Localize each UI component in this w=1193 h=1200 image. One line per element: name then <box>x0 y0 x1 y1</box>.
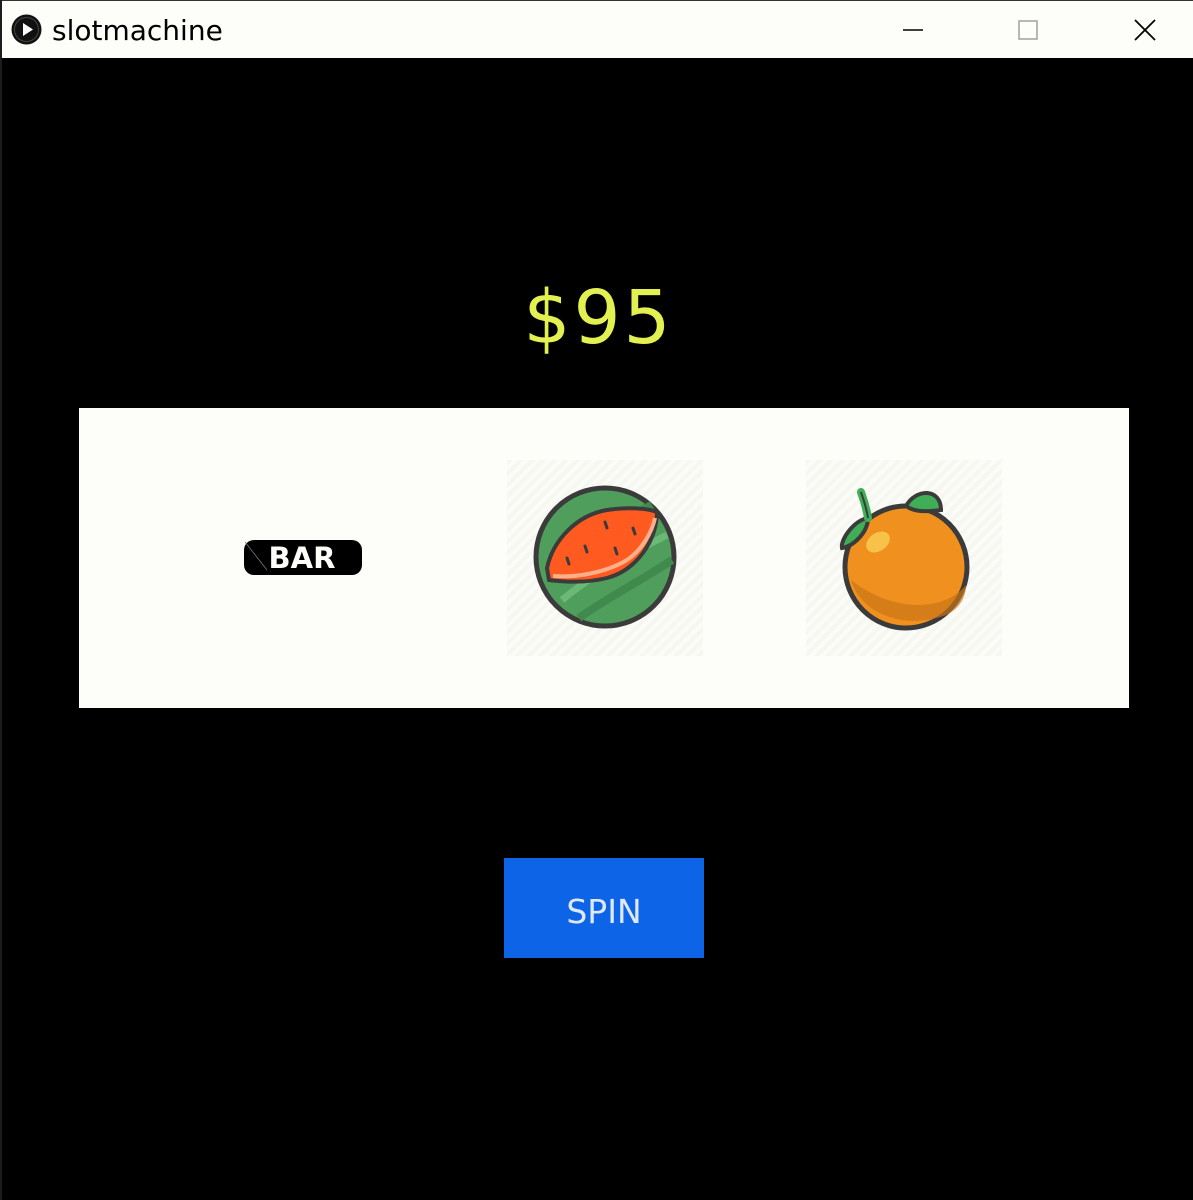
watermelon-icon <box>533 485 677 629</box>
reel-2 <box>507 460 703 656</box>
spin-button[interactable]: SPIN <box>504 858 704 958</box>
balance-display: $95 <box>523 275 674 361</box>
maximize-button[interactable] <box>970 1 1086 58</box>
play-icon <box>11 14 42 45</box>
bar-icon: BAR <box>244 540 362 575</box>
reels-panel: BAR <box>79 408 1129 708</box>
bar-label: BAR <box>269 541 336 575</box>
maximize-icon <box>1018 19 1038 40</box>
minimize-icon <box>903 28 923 31</box>
reel-3 <box>806 460 1002 656</box>
reel-1: BAR <box>205 460 401 656</box>
window-title: slotmachine <box>52 14 223 47</box>
orange-icon <box>839 488 970 631</box>
minimize-button[interactable] <box>855 1 971 58</box>
close-button[interactable] <box>1087 1 1193 58</box>
close-icon <box>1134 18 1156 41</box>
title-bar[interactable]: slotmachine <box>2 0 1193 58</box>
app-window: slotmachine $95 BAR SPIN <box>0 0 1193 1200</box>
